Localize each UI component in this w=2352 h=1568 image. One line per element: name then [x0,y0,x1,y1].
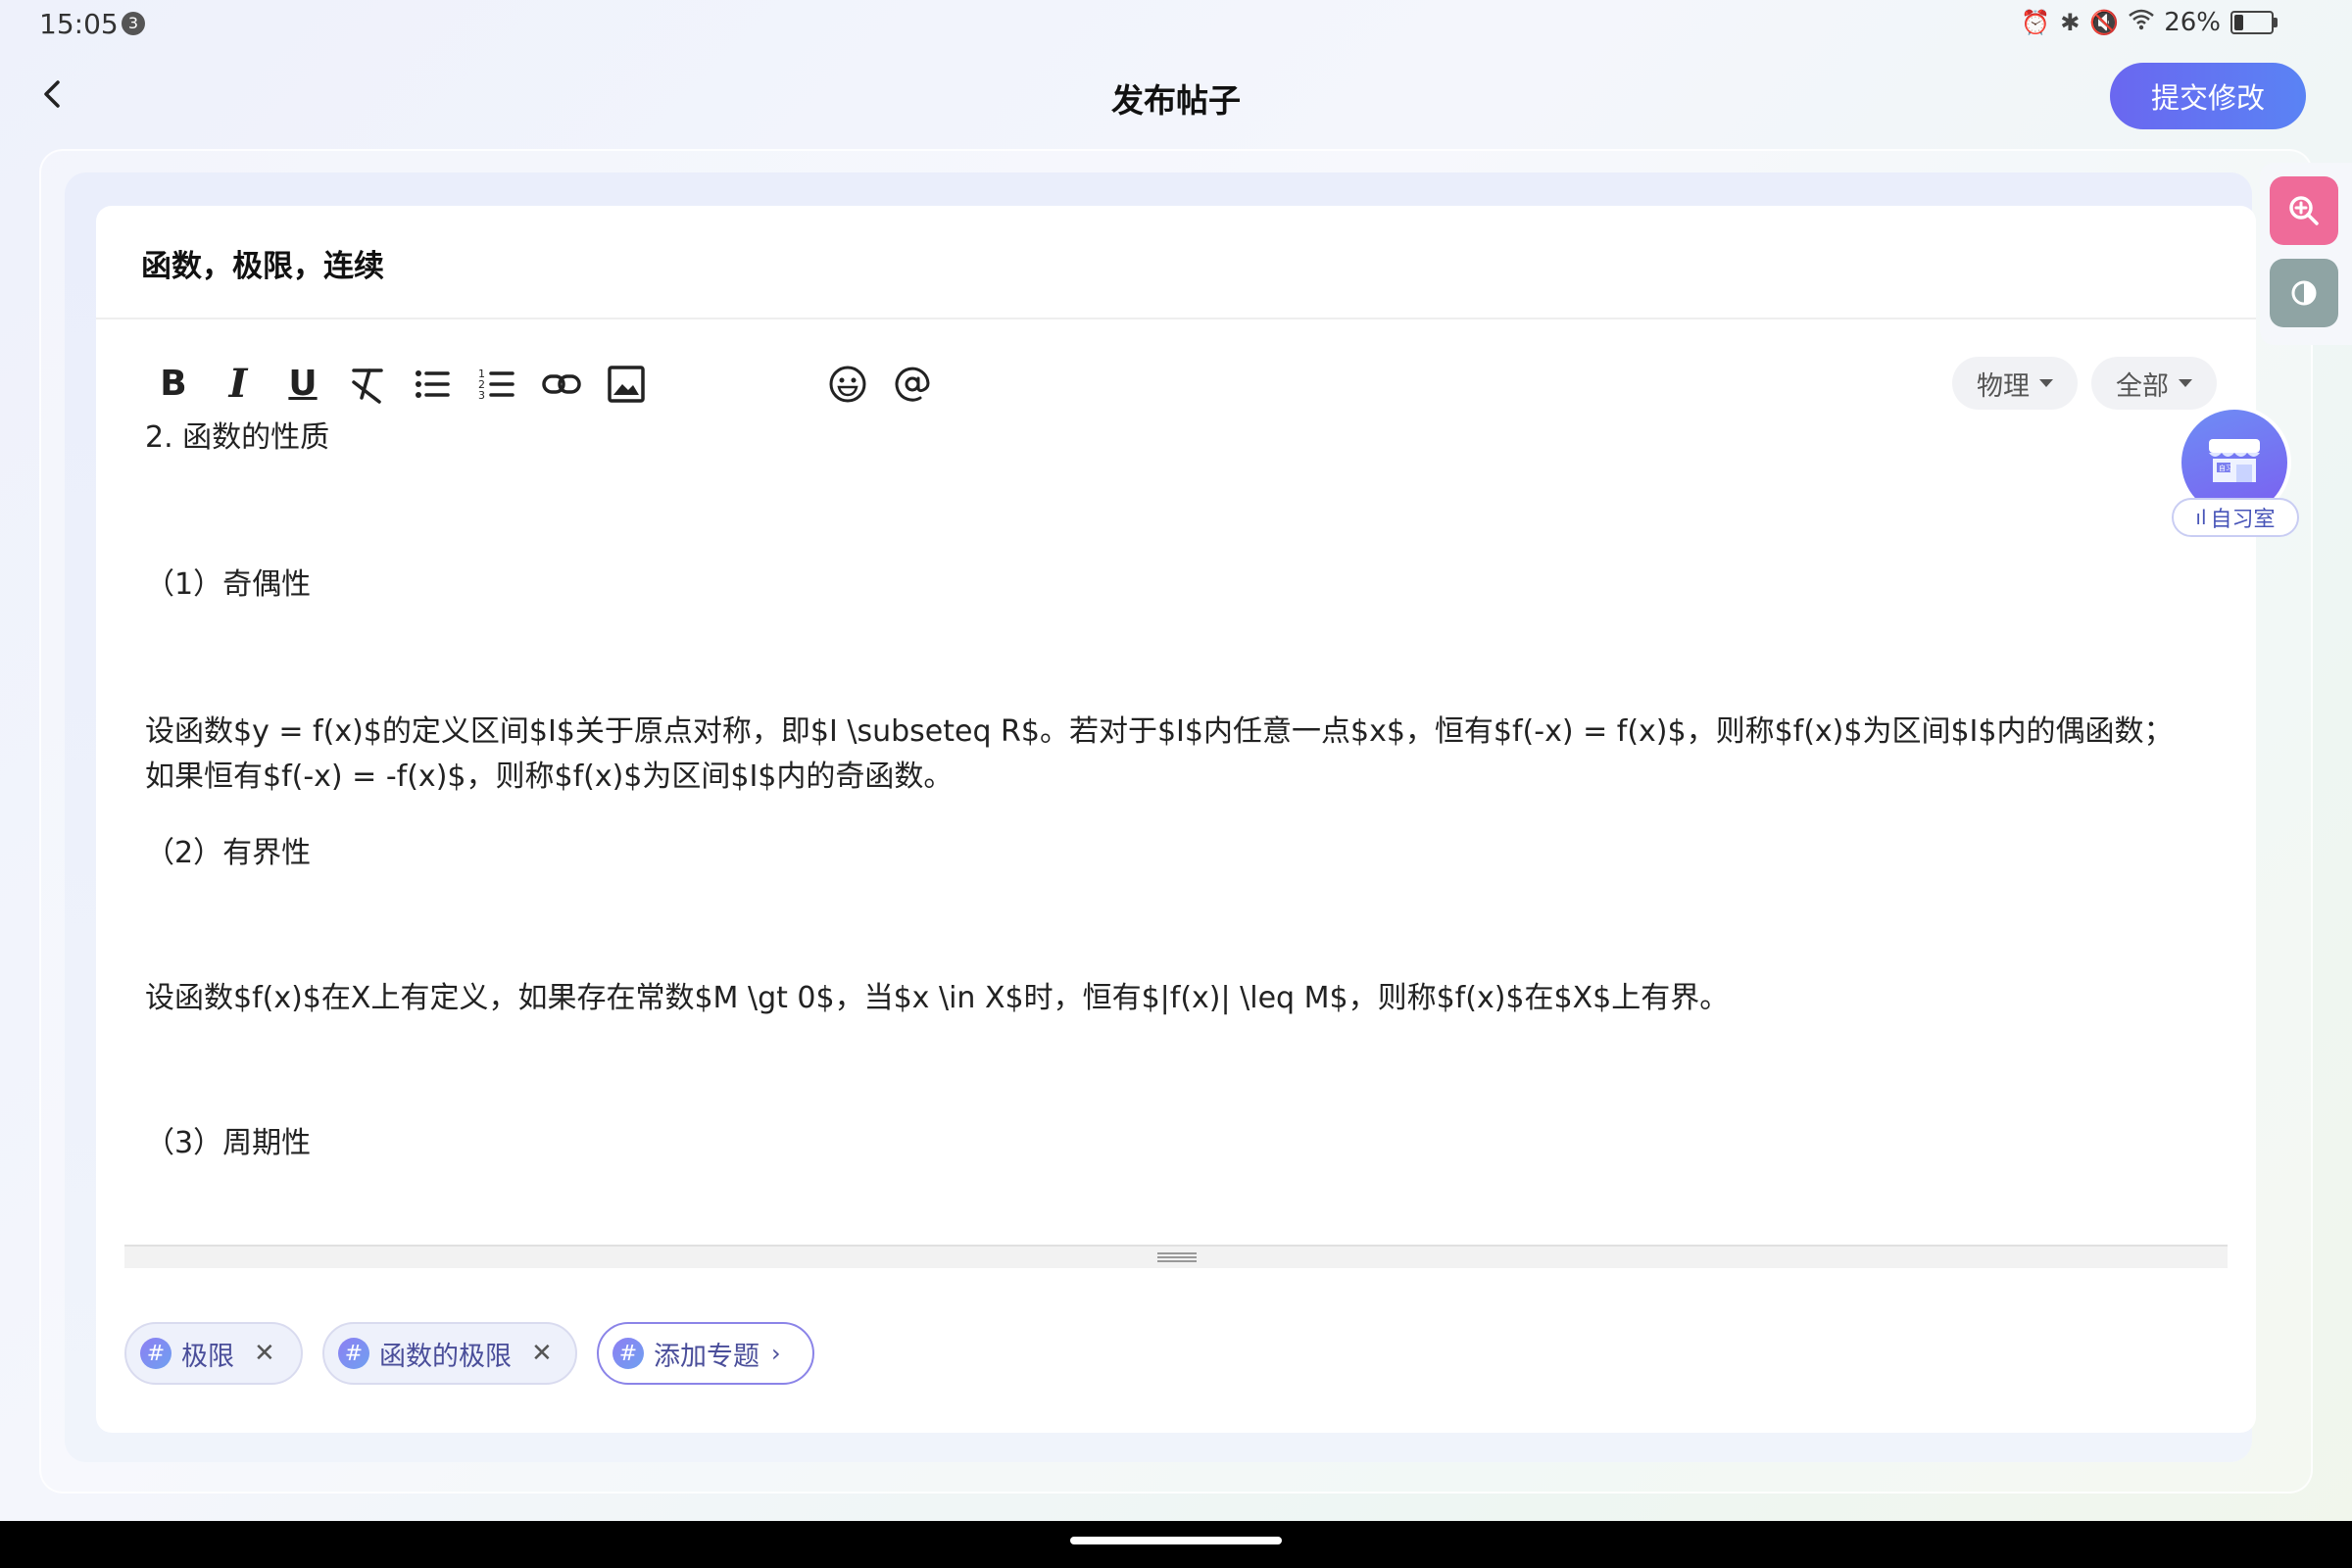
remove-tag-close-icon[interactable]: ✕ [531,1339,553,1368]
status-time: 15:05 [39,8,119,40]
page-title: 发布帖子 [1111,81,1241,120]
add-topic-label: 添加专题 [654,1341,760,1372]
bluetooth-icon: ✱ [2060,9,2081,36]
bold-icon: B [160,364,187,404]
editor-line: 如果恒有$f(-x) = -f(x)$，则称$f(x)$为区间$I$内的奇函数。 [145,760,954,794]
editor-line: 2. 函数的性质 [145,421,330,455]
system-navigation-bar [0,1521,2352,1568]
editor-line: （2）有界性 [145,836,312,870]
bullet-list-button[interactable] [406,357,459,412]
wifi-icon [2129,9,2155,36]
link-icon [542,374,581,394]
status-icons: ⏰ ✱ 🔇 26% [2021,8,2278,37]
bar-chart-icon: ıl [2195,506,2207,529]
rich-text-editor[interactable]: 2. 函数的性质 （1）奇偶性 设函数$y = f(x)$的定义区间$I$关于原… [145,421,2213,1245]
bullet-list-icon [416,370,450,398]
italic-button[interactable]: I [212,357,265,412]
subject-label: 物理 [1977,370,2030,402]
chevron-right-icon: › [771,1340,781,1367]
svg-text:3: 3 [478,389,485,402]
italic-icon: I [228,361,248,407]
numbered-list-icon: 123 [478,368,514,402]
underline-button[interactable]: U [276,357,329,412]
link-button[interactable] [535,357,588,412]
scope-label: 全部 [2116,370,2169,402]
submit-changes-button[interactable]: 提交修改 [2110,63,2306,129]
topic-tag[interactable]: # 极限 ✕ [124,1322,303,1385]
clear-format-button[interactable] [341,357,394,412]
status-bar: 15:05 3 ⏰ ✱ 🔇 26% [0,0,2352,49]
numbered-list-button[interactable]: 123 [470,357,523,412]
zoom-in-button[interactable] [2270,176,2338,245]
image-icon [608,366,645,403]
editor-line: 设函数$y = f(x)$的定义区间$I$关于原点对称，即$I \subsete… [145,714,2174,749]
study-room-text: 自习室 [2210,508,2276,532]
notification-badge: 3 [122,12,145,35]
topic-tag[interactable]: # 函数的极限 ✕ [322,1322,577,1385]
scope-dropdown[interactable]: 全部 [2091,357,2217,410]
editor-resize-handle[interactable] [124,1245,2228,1268]
mute-icon: 🔇 [2089,9,2120,36]
image-button[interactable] [600,357,653,412]
caret-down-icon [2039,379,2053,387]
hash-icon: # [612,1338,644,1369]
battery-percent: 26% [2164,8,2221,37]
hash-icon: # [338,1338,369,1369]
hash-icon: # [140,1338,172,1369]
emoji-icon [829,366,866,403]
grip-icon [1157,1252,1197,1262]
caret-down-icon [2179,379,2192,387]
home-gesture-handle[interactable] [1070,1537,1282,1544]
emoji-button[interactable] [821,357,874,412]
remove-tag-close-icon[interactable]: ✕ [254,1339,275,1368]
battery-icon [2230,11,2278,34]
bold-button[interactable]: B [147,357,200,412]
study-room-button[interactable]: 自习 ıl 自习室 [2172,406,2299,543]
editor-line: （3）周期性 [145,1126,312,1160]
zoom-in-icon [2289,196,2319,225]
editor-line: 设函数$f(x)$在X上有定义，如果存在常数$M \gt 0$，当$x \in … [145,981,1730,1015]
topic-tag-label: 极限 [181,1341,234,1372]
editor-line: （1）奇偶性 [145,567,312,602]
study-room-badge: 自习 [2219,464,2232,472]
study-room-label: ıl 自习室 [2172,498,2299,537]
subject-dropdown[interactable]: 物理 [1952,357,2078,410]
contrast-icon [2291,280,2317,306]
alarm-icon: ⏰ [2021,9,2051,36]
mention-button[interactable] [886,357,939,412]
post-title-input[interactable]: 函数，极限，连续 [141,241,384,285]
mention-icon [895,367,930,402]
clear-format-icon [352,368,383,404]
add-topic-button[interactable]: # 添加专题 › [597,1322,814,1385]
contrast-toggle-button[interactable] [2270,259,2338,327]
underline-icon: U [288,364,318,404]
title-divider [96,318,2256,319]
topic-tag-label: 函数的极限 [379,1341,512,1372]
